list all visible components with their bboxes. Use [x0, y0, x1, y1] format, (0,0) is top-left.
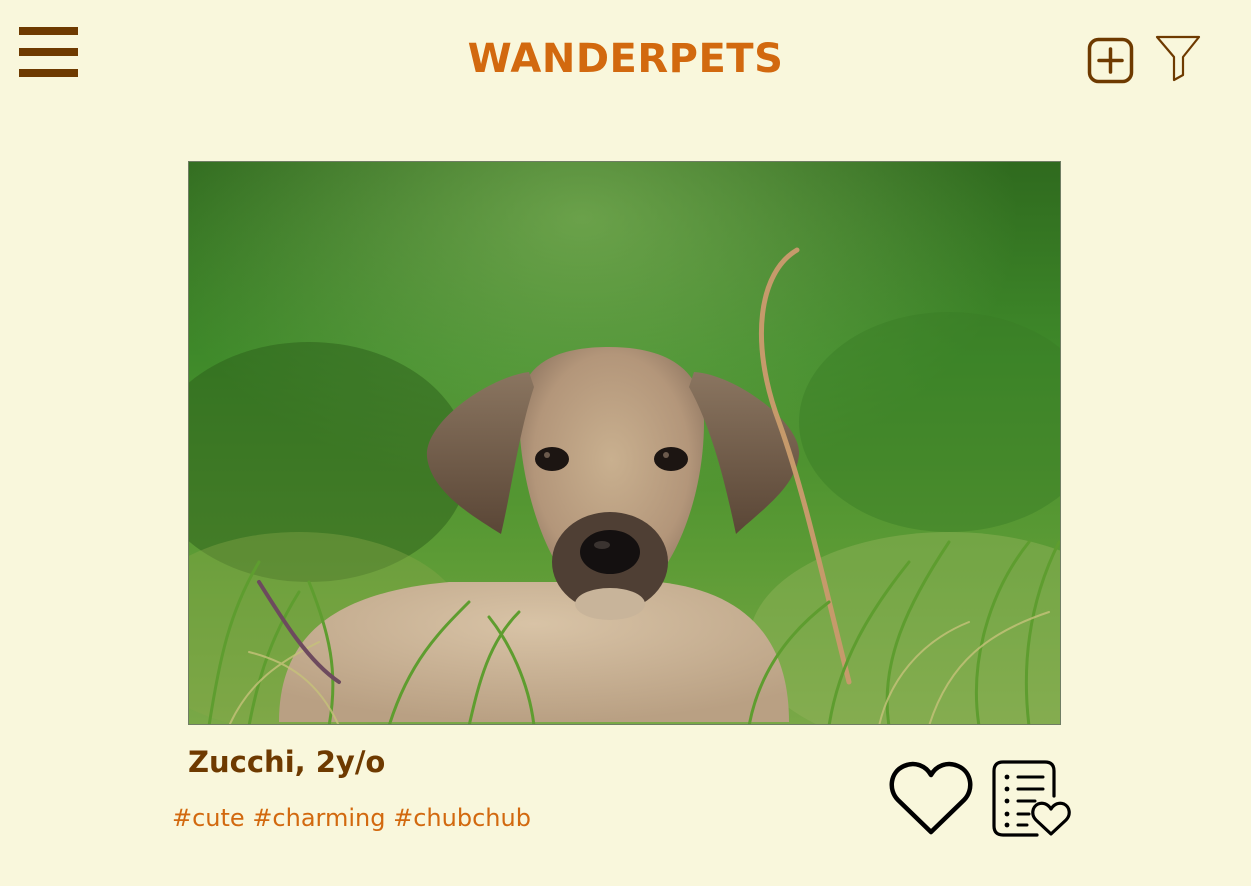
app-title: WANDERPETS — [467, 36, 784, 82]
filter-button[interactable] — [1155, 35, 1202, 82]
like-button[interactable] — [889, 760, 973, 836]
pet-photo — [188, 161, 1061, 725]
wishlist-button[interactable] — [991, 760, 1071, 838]
add-square-icon — [1087, 37, 1134, 84]
menu-bar — [19, 27, 78, 35]
filter-funnel-icon — [1155, 35, 1201, 82]
pet-tags: #cute #charming #chubchub — [172, 804, 531, 832]
pet-name-age: Zucchi, 2y/o — [188, 745, 386, 779]
heart-outline-icon — [889, 761, 973, 835]
add-post-button[interactable] — [1087, 37, 1134, 84]
list-heart-icon — [992, 760, 1071, 837]
